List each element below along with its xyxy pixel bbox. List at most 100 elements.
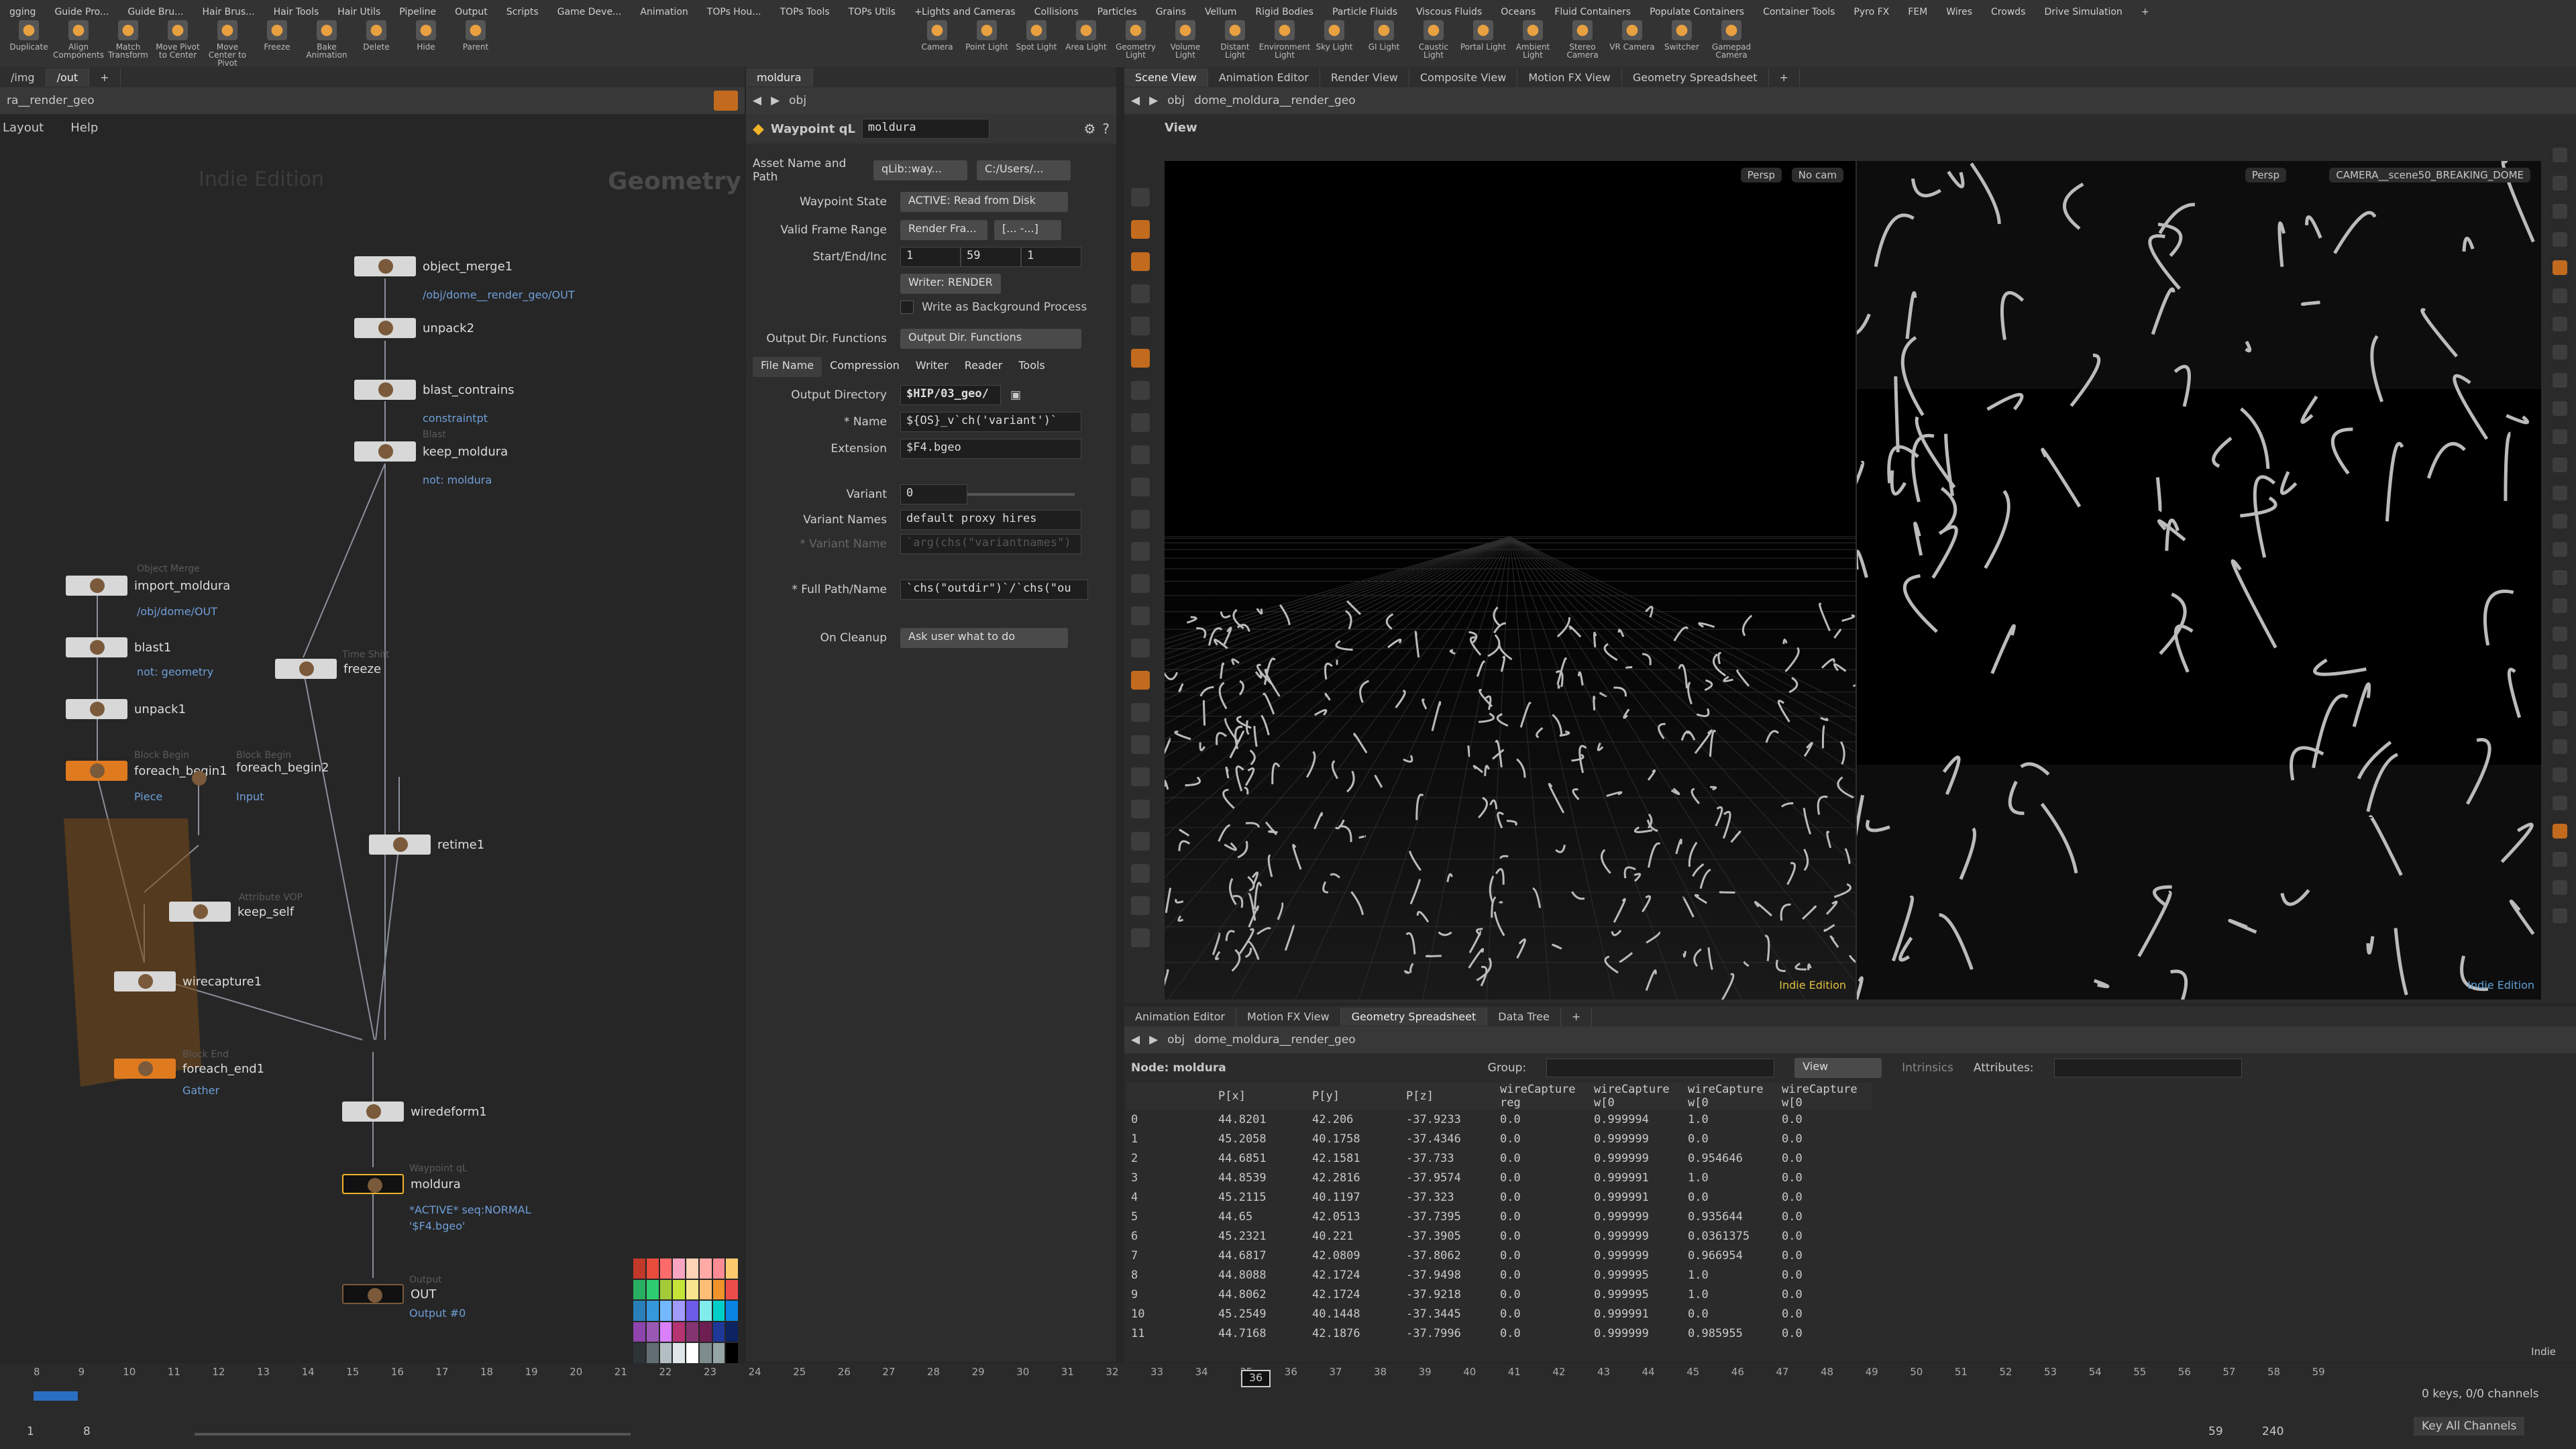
- viewer-tool-icon[interactable]: [1131, 188, 1150, 207]
- back-icon[interactable]: ◀: [1131, 1033, 1140, 1046]
- viewer-tool-icon[interactable]: [1131, 800, 1150, 818]
- pivot2-tool[interactable]: ● Move Center to Pivot: [203, 20, 252, 67]
- timeline-ruler[interactable]: 8 9 10 11 12 13 14 15 16 17 18 19 20 21 22 23 24 25 26 27 28…: [27, 1366, 2348, 1406]
- switcher-tool[interactable]: ● Switcher: [1657, 20, 1707, 67]
- color-swatch[interactable]: [686, 1301, 698, 1321]
- node-import-moldura[interactable]: import_moldura: [66, 576, 230, 596]
- left-cam-menu[interactable]: No cam: [1791, 168, 1843, 182]
- viewer-tab[interactable]: +: [1769, 68, 1800, 87]
- sheet-column-header[interactable]: wireCapture reg: [1496, 1083, 1590, 1110]
- table-row[interactable]: 8 44.8088 42.1724 -37.9498 0.0 0.999995 1.0 0.0: [1127, 1265, 1872, 1285]
- viewer-tool-icon[interactable]: [1131, 735, 1150, 754]
- node-name-field[interactable]: moldura: [861, 119, 989, 139]
- display-option-icon[interactable]: [2553, 288, 2567, 303]
- display-option-icon[interactable]: [2553, 260, 2567, 275]
- color-swatch[interactable]: [712, 1279, 725, 1300]
- display-option-icon[interactable]: [2553, 767, 2567, 782]
- viewer-tool-icon[interactable]: [1131, 542, 1150, 561]
- shelf-tab[interactable]: Vellum: [1195, 5, 1246, 20]
- start-field[interactable]: 1: [900, 247, 961, 267]
- viewer-tool-icon[interactable]: [1131, 510, 1150, 529]
- viewer-tab[interactable]: Animation Editor: [1208, 68, 1320, 87]
- viewer-tool-icon[interactable]: [1131, 606, 1150, 625]
- viewer-tool-icon[interactable]: [1131, 928, 1150, 947]
- range-slider[interactable]: [195, 1433, 631, 1436]
- subtab-file-name[interactable]: File Name: [753, 357, 822, 377]
- viewer-tool-icon[interactable]: [1131, 349, 1150, 368]
- table-row[interactable]: 2 44.6851 42.1581 -37.733 0.0 0.999999 0.95464…: [1127, 1148, 1872, 1168]
- shelf-tab[interactable]: Lights and Cameras: [912, 5, 1025, 20]
- display-option-icon[interactable]: [2553, 598, 2567, 613]
- shelf-tab[interactable]: +: [2132, 5, 2159, 20]
- display-option-icon[interactable]: [2553, 176, 2567, 191]
- color-swatch[interactable]: [726, 1343, 738, 1363]
- variant-field[interactable]: 0: [900, 484, 967, 504]
- end-frame[interactable]: 240: [2262, 1425, 2302, 1438]
- color-swatch[interactable]: [646, 1301, 659, 1321]
- right-cam-menu[interactable]: CAMERA__scene50_BREAKING_DOME: [2329, 168, 2530, 182]
- frame-range-dropdown[interactable]: Render Fra...: [900, 220, 987, 240]
- table-row[interactable]: 7 44.6817 42.0809 -37.8062 0.0 0.999999 0.9669…: [1127, 1246, 1872, 1265]
- start-frame[interactable]: 1: [27, 1425, 87, 1438]
- output-directory-field[interactable]: $HIP/03_geo/: [900, 385, 1001, 405]
- viewer-tool-icon[interactable]: [1131, 639, 1150, 657]
- color-swatch[interactable]: [699, 1343, 712, 1363]
- sheet-column-header[interactable]: wireCapture w[0: [1684, 1083, 1778, 1110]
- shelf-tab[interactable]: TOPs Utils: [839, 5, 905, 20]
- end-field[interactable]: 59: [961, 247, 1021, 267]
- color-swatch[interactable]: [633, 1258, 645, 1279]
- sheet-tab[interactable]: Animation Editor: [1124, 1007, 1237, 1026]
- range-end-frame[interactable]: 59: [2208, 1425, 2249, 1438]
- sheet-tab[interactable]: +: [1561, 1007, 1593, 1026]
- delete-tool[interactable]: ● Delete: [352, 20, 401, 67]
- duplicate-tool[interactable]: ● Duplicate: [4, 20, 54, 67]
- subtab-reader[interactable]: Reader: [956, 357, 1011, 377]
- gear-icon[interactable]: ⚙: [1083, 121, 1095, 137]
- shelf-tab[interactable]: Guide Pro...: [45, 5, 118, 20]
- sheet-column-header[interactable]: P[x]: [1214, 1083, 1308, 1110]
- stereo-camera-tool[interactable]: ● Stereo Camera: [1558, 20, 1607, 67]
- display-option-icon[interactable]: [2553, 570, 2567, 585]
- help-icon[interactable]: ?: [1102, 121, 1110, 137]
- name-field[interactable]: ${OS}_v`ch('variant')`: [900, 412, 1081, 432]
- color-swatch[interactable]: [646, 1322, 659, 1342]
- display-option-icon[interactable]: [2553, 796, 2567, 810]
- display-option-icon[interactable]: [2553, 458, 2567, 472]
- viewer-tool-icon[interactable]: [1131, 381, 1150, 400]
- sheet-column-header[interactable]: wireCapture w[0: [1590, 1083, 1684, 1110]
- color-swatch[interactable]: [659, 1258, 672, 1279]
- frame-range-extra[interactable]: [... -...]: [994, 220, 1061, 240]
- full-path-field[interactable]: `chs("outdir")`/`chs("ou: [900, 580, 1088, 600]
- shelf-tab[interactable]: Particles: [1088, 5, 1146, 20]
- node-blast1[interactable]: blast1: [66, 637, 171, 657]
- viewer-tab[interactable]: Render View: [1320, 68, 1409, 87]
- shelf-tab[interactable]: Populate Containers: [1640, 5, 1754, 20]
- color-swatch[interactable]: [659, 1322, 672, 1342]
- viewer-tool-icon[interactable]: [1131, 767, 1150, 786]
- sheet-column-header[interactable]: wireCapture w[0: [1778, 1083, 1872, 1110]
- param-path[interactable]: obj: [789, 94, 806, 107]
- sheet-tab[interactable]: Geometry Spreadsheet: [1340, 1007, 1488, 1026]
- inc-field[interactable]: 1: [1021, 247, 1081, 267]
- gi-light-tool[interactable]: ● GI Light: [1359, 20, 1409, 67]
- color-swatch[interactable]: [726, 1279, 738, 1300]
- match-tool[interactable]: ● Match Transform: [103, 20, 153, 67]
- color-swatch[interactable]: [712, 1343, 725, 1363]
- viewer-tool-icon[interactable]: [1131, 252, 1150, 271]
- color-swatch[interactable]: [673, 1322, 685, 1342]
- viewer-tab[interactable]: Geometry Spreadsheet: [1622, 68, 1769, 87]
- display-option-icon[interactable]: [2553, 204, 2567, 219]
- key-all-channels-button[interactable]: Key All Channels: [2414, 1417, 2525, 1436]
- spot-light-tool[interactable]: ● Spot Light: [1012, 20, 1061, 67]
- current-frame[interactable]: 36: [1241, 1370, 1271, 1387]
- color-swatch[interactable]: [726, 1258, 738, 1279]
- display-option-icon[interactable]: [2553, 429, 2567, 444]
- portal-light-tool[interactable]: ● Portal Light: [1458, 20, 1508, 67]
- viewer-tab[interactable]: Motion FX View: [1517, 68, 1622, 87]
- writer-button[interactable]: Writer: RENDER: [900, 274, 1001, 294]
- viewer-tool-icon[interactable]: [1131, 574, 1150, 593]
- forward-icon[interactable]: ▶: [771, 94, 780, 107]
- caustic-light-tool[interactable]: ● Caustic Light: [1409, 20, 1458, 67]
- shelf-tab[interactable]: Scripts: [497, 5, 548, 20]
- display-option-icon[interactable]: [2553, 627, 2567, 641]
